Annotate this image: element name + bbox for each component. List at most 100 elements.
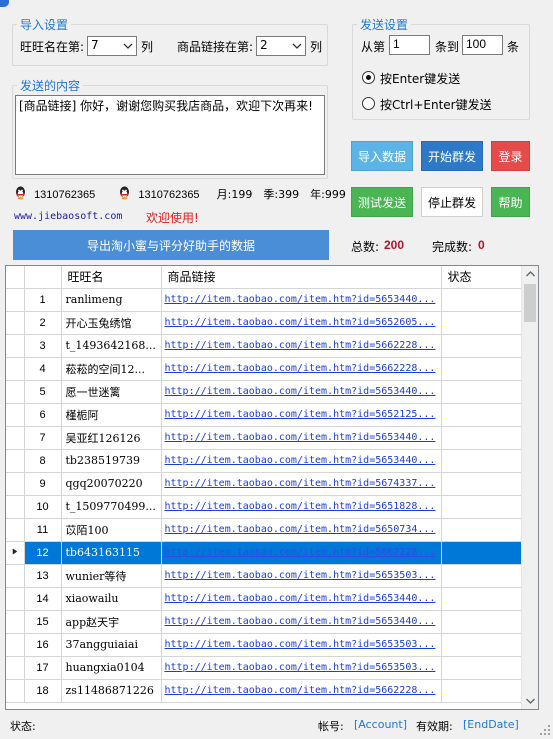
table-row[interactable]: 15 app赵天宇 http://item.taobao.com/item.htm?… xyxy=(6,610,522,634)
start-send-button[interactable]: 开始群发 xyxy=(421,141,483,171)
total-value: 200 xyxy=(384,238,405,252)
table-row[interactable]: 16 37angguiaiai http://item.taobao.com/ite… xyxy=(6,633,522,657)
chevron-down-icon xyxy=(292,43,302,49)
table-row[interactable]: 3 t_1493642168... http://item.taobao.com/i… xyxy=(6,334,522,358)
account-label: 帐号: xyxy=(318,720,344,733)
row-product-link: http://item.taobao.com/item.htm?id=56534… xyxy=(161,288,442,312)
table-row[interactable]: 4 菘菘的空间12... http://item.taobao.com/item.h… xyxy=(6,357,522,381)
row-header[interactable] xyxy=(6,610,25,634)
link-col-select[interactable]: 2 xyxy=(256,36,306,56)
row-product-link: http://item.taobao.com/item.htm?id=56622… xyxy=(161,541,442,565)
row-status xyxy=(441,311,522,335)
row-header[interactable] xyxy=(6,541,25,565)
test-send-button[interactable]: 测试发送 xyxy=(351,187,413,217)
row-index: 3 xyxy=(24,334,62,358)
row-index: 6 xyxy=(24,403,62,427)
row-wangwang-name: 愿一世迷篱 xyxy=(61,380,162,404)
row-header[interactable] xyxy=(6,679,25,703)
row-header[interactable] xyxy=(6,449,25,473)
col-suffix: 列 xyxy=(141,40,154,54)
row-header[interactable] xyxy=(6,403,25,427)
row-header[interactable] xyxy=(6,656,25,680)
table-row[interactable]: 17 huangxia0104 http://item.taobao.com/ite… xyxy=(6,656,522,680)
content-legend: 发送的内容 xyxy=(17,77,84,94)
table-row[interactable]: 18 zs11486871226 http://item.taobao.com/it… xyxy=(6,679,522,703)
row-header[interactable] xyxy=(6,633,25,657)
row-wangwang-name: 37angguiaiai xyxy=(61,633,162,657)
qq-number-2: 1310762365 xyxy=(138,189,200,201)
scroll-up-icon[interactable] xyxy=(522,266,539,283)
import-data-button[interactable]: 导入数据 xyxy=(351,141,413,171)
resize-grip-icon[interactable] xyxy=(539,724,551,736)
price-quarter: 季:399 xyxy=(263,188,300,201)
vertical-scrollbar[interactable] xyxy=(521,266,538,709)
scrollbar-thumb[interactable] xyxy=(524,284,536,322)
col-header-status[interactable]: 状态 xyxy=(441,266,522,289)
row-header[interactable] xyxy=(6,495,25,519)
row-header[interactable] xyxy=(6,311,25,335)
link-col-label: 商品链接在第: xyxy=(177,40,254,54)
row-status xyxy=(441,495,522,519)
table-row[interactable]: 8 tb238519739 http://item.taobao.com/item.… xyxy=(6,449,522,473)
to-input[interactable]: 100 xyxy=(462,35,503,55)
wangwang-col-select[interactable]: 7 xyxy=(87,36,137,56)
col-header-wangwang[interactable]: 旺旺名 xyxy=(61,266,162,289)
table-row[interactable]: 5 愿一世迷篱 http://item.taobao.com/item.htm?id… xyxy=(6,380,522,404)
row-status xyxy=(441,541,522,565)
row-status xyxy=(441,357,522,381)
row-header[interactable] xyxy=(6,587,25,611)
radio-enter-label: 按Enter键发送 xyxy=(380,72,461,86)
table-row[interactable]: 2 开心玉兔绣馆 http://item.taobao.com/item.htm?i… xyxy=(6,311,522,335)
export-button[interactable]: 导出淘小蜜与评分好助手的数据 xyxy=(13,230,329,260)
table-row[interactable]: 9 qgq20070220 http://item.taobao.com/item.… xyxy=(6,472,522,496)
data-grid[interactable]: 旺旺名 商品链接 状态 1 ranlimeng http://item.taobao… xyxy=(5,265,539,710)
from-input[interactable]: 1 xyxy=(389,35,430,55)
row-product-link: http://item.taobao.com/item.htm?id=56534… xyxy=(161,587,442,611)
row-index: 17 xyxy=(24,656,62,680)
table-row[interactable]: 14 xiaowailu http://item.taobao.com/item.h… xyxy=(6,587,522,611)
row-pointer-icon xyxy=(12,548,17,555)
row-header[interactable] xyxy=(6,334,25,358)
row-header[interactable] xyxy=(6,426,25,450)
table-row[interactable]: 12 tb643163115 http://item.taobao.com/item… xyxy=(6,541,522,565)
row-status xyxy=(441,587,522,611)
import-settings-legend: 导入设置 xyxy=(17,16,72,33)
table-row[interactable]: 7 吴亚红126126 http://item.taobao.com/item.ht… xyxy=(6,426,522,450)
row-index: 8 xyxy=(24,449,62,473)
login-button[interactable]: 登录 xyxy=(491,141,530,171)
title-bar-edge xyxy=(0,0,9,7)
row-status xyxy=(441,288,522,312)
row-wangwang-name: wunier等待 xyxy=(61,564,162,588)
col-header-link[interactable]: 商品链接 xyxy=(161,266,442,289)
message-textarea[interactable] xyxy=(15,95,325,175)
send-settings-legend: 发送设置 xyxy=(357,16,412,33)
row-header[interactable] xyxy=(6,380,25,404)
stop-send-button[interactable]: 停止群发 xyxy=(421,187,483,217)
radio-ctrl-enter[interactable] xyxy=(362,97,375,110)
table-row[interactable]: 1 ranlimeng http://item.taobao.com/item.ht… xyxy=(6,288,522,312)
table-row[interactable]: 13 wunier等待 http://item.taobao.com/item.ht… xyxy=(6,564,522,588)
done-value: 0 xyxy=(478,238,485,252)
row-status xyxy=(441,518,522,542)
row-index: 15 xyxy=(24,610,62,634)
table-row[interactable]: 11 苡陌100 http://item.taobao.com/item.htm?i… xyxy=(6,518,522,542)
row-header[interactable] xyxy=(6,472,25,496)
row-status xyxy=(441,633,522,657)
row-status xyxy=(441,610,522,634)
row-wangwang-name: app赵天宇 xyxy=(61,610,162,634)
row-product-link: http://item.taobao.com/item.htm?id=56534… xyxy=(161,449,442,473)
row-header[interactable] xyxy=(6,518,25,542)
website-link[interactable]: www.jiebaosoft.com xyxy=(14,211,122,222)
row-index: 5 xyxy=(24,380,62,404)
row-header[interactable] xyxy=(6,564,25,588)
row-wangwang-name: 菘菘的空间12... xyxy=(61,357,162,381)
col-suffix-2: 列 xyxy=(310,40,323,54)
row-header[interactable] xyxy=(6,288,25,312)
table-row[interactable]: 10 t_1509770499... http://item.taobao.com/… xyxy=(6,495,522,519)
radio-enter[interactable] xyxy=(362,71,375,84)
row-status xyxy=(441,334,522,358)
table-row[interactable]: 6 槿栀阿 http://item.taobao.com/item.htm?id=5… xyxy=(6,403,522,427)
help-button[interactable]: 帮助 xyxy=(491,187,530,217)
scroll-down-icon[interactable] xyxy=(522,692,539,709)
row-header[interactable] xyxy=(6,357,25,381)
